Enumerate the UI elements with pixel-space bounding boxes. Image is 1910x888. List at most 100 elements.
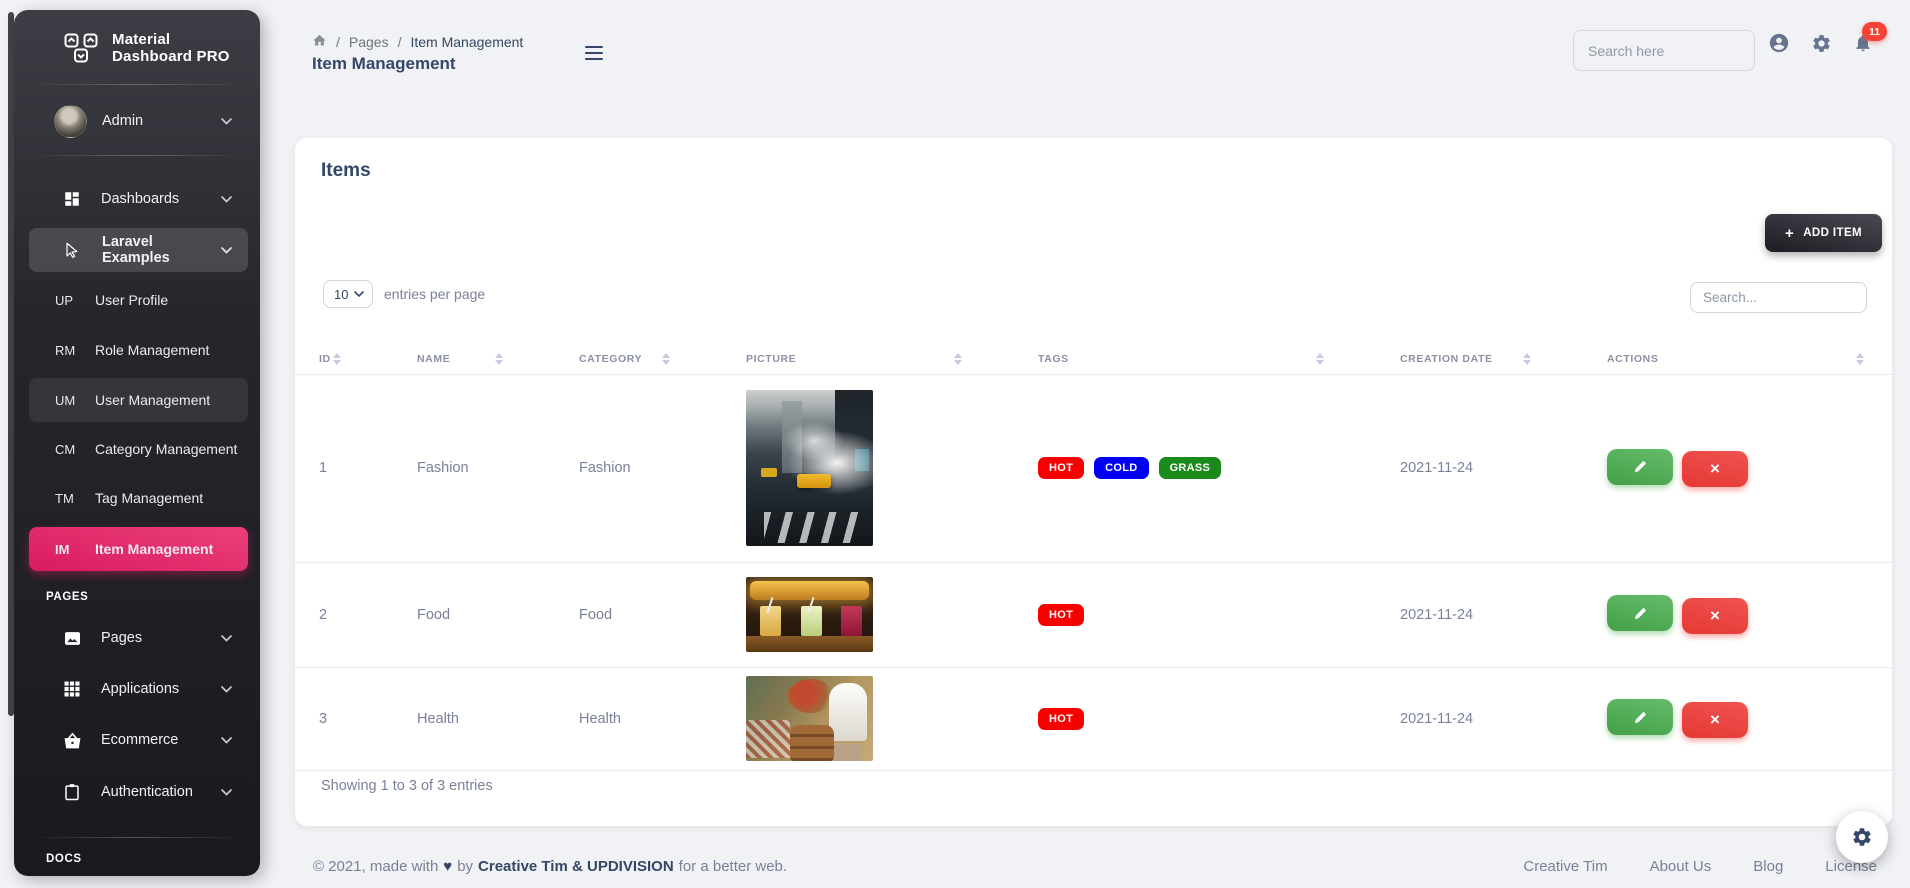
items-card: Items + ADD ITEM 10 entries per page ID … [295, 138, 1892, 826]
edit-button[interactable] [1607, 449, 1673, 485]
item-picture [746, 577, 873, 652]
copyright: © 2021, made with ♥ by Creative Tim & UP… [313, 858, 787, 875]
section-header-pages: PAGES [28, 585, 248, 609]
sidebar-item-label: Authentication [101, 784, 193, 800]
item-abbr: RM [55, 343, 81, 358]
cell-name: Food [393, 562, 555, 667]
table-summary: Showing 1 to 3 of 3 entries [321, 778, 493, 794]
delete-button[interactable]: × [1682, 702, 1748, 738]
footer-link-about-us[interactable]: About Us [1650, 858, 1712, 875]
sidebar-item-pages[interactable]: Pages [28, 616, 248, 660]
user-name: Admin [102, 113, 143, 129]
item-picture [746, 390, 873, 546]
search-input[interactable] [1573, 30, 1755, 71]
chevron-down-icon [221, 731, 232, 749]
footer: © 2021, made with ♥ by Creative Tim & UP… [295, 850, 1892, 882]
divider [28, 837, 246, 838]
footer-links: Creative Tim About Us Blog License [1523, 858, 1877, 875]
dashboard-icon [62, 189, 82, 209]
page-size-value: 10 [334, 287, 348, 302]
item-abbr: UM [55, 393, 81, 408]
sidebar-item-label: Laravel Examples [102, 234, 221, 266]
sidebar-item-applications[interactable]: Applications [28, 667, 248, 711]
sidebar-item-authentication[interactable]: Authentication [28, 770, 248, 814]
sidebar-item-label: Role Management [95, 342, 209, 358]
notifications-bell-icon[interactable]: 11 [1852, 32, 1874, 54]
home-icon[interactable] [312, 33, 327, 51]
sidebar-user-admin[interactable]: Admin [28, 99, 248, 143]
plus-icon: + [1785, 225, 1794, 242]
column-header-tags[interactable]: TAGS [1014, 344, 1376, 374]
table-row: 2 Food Food HOT 2021-11-24 × [295, 562, 1892, 667]
item-picture [746, 676, 873, 761]
table-row: 3 Health Health HOT 2021-11-24 × [295, 667, 1892, 770]
sidebar-item-item-management[interactable]: IM Item Management [29, 527, 248, 571]
divider [28, 155, 246, 156]
tag-pill: COLD [1094, 457, 1148, 479]
sidebar-item-label: Pages [101, 630, 142, 646]
settings-gear-icon[interactable] [1810, 32, 1832, 54]
brand[interactable]: Material Dashboard PRO [28, 25, 248, 71]
sidebar-item-ecommerce[interactable]: Ecommerce [28, 718, 248, 762]
delete-button[interactable]: × [1682, 598, 1748, 634]
tag-pill: HOT [1038, 457, 1084, 479]
column-header-actions[interactable]: ACTIONS [1583, 344, 1892, 374]
sidebar-item-user-profile[interactable]: UP User Profile [28, 278, 248, 322]
edit-button[interactable] [1607, 595, 1673, 631]
account-icon[interactable] [1768, 32, 1790, 54]
column-header-creation-date[interactable]: CREATION DATE [1376, 344, 1583, 374]
chevron-down-icon [221, 629, 232, 647]
chevron-down-icon [221, 680, 232, 698]
sidebar-item-label: Category Management [95, 441, 237, 457]
sidebar-item-role-management[interactable]: RM Role Management [28, 328, 248, 372]
sidebar-item-label: Item Management [95, 541, 213, 557]
sidebar-item-label: User Management [95, 392, 210, 408]
page-title: Item Management [312, 54, 456, 74]
sidebar-item-label: Ecommerce [101, 732, 178, 748]
footer-link-blog[interactable]: Blog [1753, 858, 1783, 875]
entries-per-page-label: entries per page [384, 286, 485, 302]
column-header-name[interactable]: NAME [393, 344, 555, 374]
heart-icon: ♥ [443, 858, 452, 875]
sidebar-item-dashboards[interactable]: Dashboards [28, 177, 248, 221]
add-item-button[interactable]: + ADD ITEM [1765, 214, 1882, 252]
cell-name: Fashion [393, 374, 555, 562]
chevron-down-icon [221, 783, 232, 801]
column-header-picture[interactable]: PICTURE [722, 344, 1014, 374]
sort-icon [1523, 353, 1531, 365]
table-search-input[interactable] [1690, 282, 1867, 313]
cell-category: Food [555, 562, 722, 667]
sidebar-item-category-management[interactable]: CM Category Management [28, 427, 248, 471]
sidebar: Material Dashboard PRO Admin Dashboards … [14, 10, 260, 876]
divider [28, 84, 246, 85]
settings-fab[interactable] [1836, 811, 1888, 863]
sidebar-item-label: Dashboards [101, 191, 179, 207]
cell-name: Health [393, 667, 555, 770]
x-icon: × [1710, 459, 1720, 479]
sort-icon [333, 353, 341, 365]
entries-per-page-select[interactable]: 10 [323, 280, 373, 308]
cell-creation-date: 2021-11-24 [1376, 562, 1583, 667]
sidebar-item-tag-management[interactable]: TM Tag Management [28, 476, 248, 520]
delete-button[interactable]: × [1682, 451, 1748, 487]
apps-grid-icon [62, 679, 82, 699]
chevron-down-icon [354, 291, 364, 297]
column-header-id[interactable]: ID [295, 344, 393, 374]
column-header-category[interactable]: CATEGORY [555, 344, 722, 374]
tag-pill: HOT [1038, 604, 1084, 626]
card-title: Items [321, 160, 371, 182]
menu-toggle-icon[interactable] [585, 46, 603, 64]
item-abbr: TM [55, 491, 81, 506]
breadcrumb-pages[interactable]: Pages [349, 34, 389, 50]
item-abbr: UP [55, 293, 81, 308]
sidebar-item-laravel-examples[interactable]: Laravel Examples [29, 228, 248, 272]
footer-brand[interactable]: Creative Tim & UPDIVISION [478, 858, 674, 875]
cell-id: 1 [295, 374, 393, 562]
footer-link-creative-tim[interactable]: Creative Tim [1523, 858, 1607, 875]
cell-creation-date: 2021-11-24 [1376, 374, 1583, 562]
sidebar-item-label: Tag Management [95, 490, 203, 506]
sort-icon [1316, 353, 1324, 365]
edit-button[interactable] [1607, 699, 1673, 735]
pencil-icon [1633, 459, 1648, 474]
sidebar-item-user-management[interactable]: UM User Management [29, 378, 248, 422]
